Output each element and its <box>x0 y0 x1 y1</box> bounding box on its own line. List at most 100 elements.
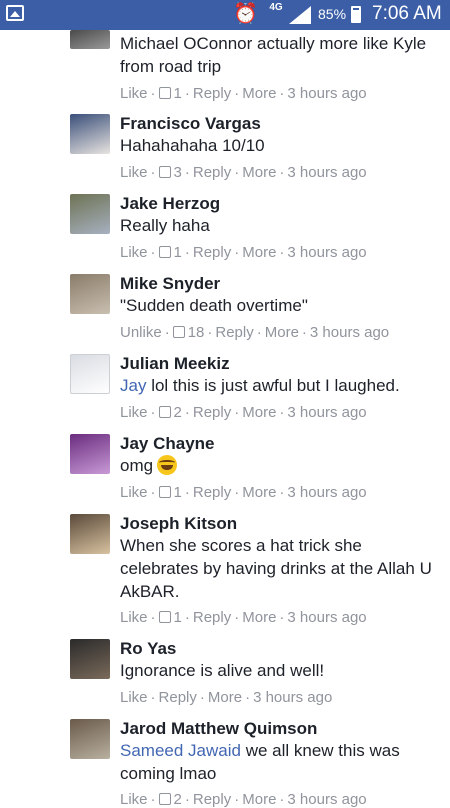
like-count[interactable]: 2 <box>174 404 182 421</box>
more-button[interactable]: More <box>242 164 276 181</box>
comment-item: Michael OConnor actually more like Kyle … <box>0 30 450 110</box>
clock: 7:06 AM <box>372 3 442 24</box>
thumbs-up-icon <box>158 793 171 805</box>
battery-icon <box>351 6 361 23</box>
comment-item: Jarod Matthew Quimson Sameed Jawaid we a… <box>0 719 450 808</box>
comment-text: "Sudden death overtime" <box>120 296 308 315</box>
like-button[interactable]: Like <box>120 689 148 706</box>
like-count[interactable]: 3 <box>174 164 182 181</box>
comment-time[interactable]: 3 hours ago <box>310 324 389 341</box>
reply-button[interactable]: Reply <box>215 324 253 341</box>
battery-percent: 85% <box>318 6 347 22</box>
like-button[interactable]: Like <box>120 85 148 102</box>
comment-author[interactable]: Jarod Matthew Quimson <box>120 719 317 739</box>
comment-text: When she scores a hat trick she celebrat… <box>120 536 432 601</box>
more-button[interactable]: More <box>242 85 276 102</box>
comment-author[interactable]: Julian Meekiz <box>120 354 230 374</box>
like-count[interactable]: 1 <box>174 484 182 501</box>
more-button[interactable]: More <box>265 324 299 341</box>
avatar[interactable] <box>70 639 110 679</box>
like-count[interactable]: 1 <box>174 85 182 102</box>
comment-time[interactable]: 3 hours ago <box>287 164 366 181</box>
comment-actions: Like · Reply · More · 3 hours ago <box>120 689 333 706</box>
like-button[interactable]: Like <box>120 164 148 181</box>
avatar[interactable] <box>70 719 110 759</box>
avatar[interactable] <box>70 274 110 314</box>
reply-button[interactable]: Reply <box>193 244 231 261</box>
comment-actions: Unlike · 18 · Reply · More · 3 hours ago <box>120 324 390 341</box>
status-bar: ⏰ 4G 85% 7:06 AM <box>0 0 450 30</box>
like-button[interactable]: Like <box>120 484 148 501</box>
comment-text: Ignorance is alive and well! <box>120 661 325 680</box>
comment-time[interactable]: 3 hours ago <box>287 484 366 501</box>
comment-author[interactable]: Ro Yas <box>120 639 176 659</box>
avatar[interactable] <box>70 434 110 474</box>
comment-text: omg <box>120 454 440 477</box>
comment-actions: Like · 2 · Reply · More · 3 hours ago <box>120 404 367 421</box>
mention-link[interactable]: Jay <box>120 376 146 395</box>
reply-button[interactable]: Reply <box>193 164 231 181</box>
more-button[interactable]: More <box>242 609 276 626</box>
avatar[interactable] <box>70 114 110 154</box>
thumbs-up-icon <box>158 87 171 99</box>
unlike-button[interactable]: Unlike <box>120 324 162 341</box>
like-count[interactable]: 1 <box>174 244 182 261</box>
comment-item: Jake Herzog Really haha Like · 1 · Reply · Mor… <box>0 194 450 274</box>
more-button[interactable]: More <box>242 484 276 501</box>
alarm-icon: ⏰ <box>233 3 258 25</box>
more-button[interactable]: More <box>242 404 276 421</box>
thumbs-up-icon <box>158 611 171 623</box>
gallery-notification-icon <box>6 5 24 21</box>
like-button[interactable]: Like <box>120 609 148 626</box>
comment-author[interactable]: Mike Snyder <box>120 274 220 294</box>
comment-text: Michael OConnor actually more like Kyle … <box>120 34 427 76</box>
thumbs-up-icon <box>158 486 171 498</box>
comment-item: Joseph Kitson When she scores a hat tric… <box>0 514 450 639</box>
comment-author[interactable]: Joseph Kitson <box>120 514 237 534</box>
comment-text: Hahahahaha 10/10 <box>120 136 265 155</box>
more-button[interactable]: More <box>208 689 242 706</box>
avatar[interactable] <box>70 514 110 554</box>
comment-item: Julian Meekiz Jay lol this is just awful… <box>0 354 450 434</box>
thumbs-up-icon <box>158 166 171 178</box>
laughing-tears-emoji-icon <box>157 455 178 475</box>
reply-button[interactable]: Reply <box>193 484 231 501</box>
comment-actions: Like · 3 · Reply · More · 3 hours ago <box>120 164 367 181</box>
comment-item: Francisco Vargas Hahahahaha 10/10 Like · 3… <box>0 114 450 194</box>
avatar[interactable] <box>70 194 110 234</box>
comment-time[interactable]: 3 hours ago <box>287 244 366 261</box>
avatar[interactable] <box>70 354 110 394</box>
comment-time[interactable]: 3 hours ago <box>253 689 332 706</box>
more-button[interactable]: More <box>242 244 276 261</box>
avatar[interactable] <box>70 30 110 49</box>
comment-time[interactable]: 3 hours ago <box>287 404 366 421</box>
thumbs-up-icon <box>158 246 171 258</box>
comment-text: Jay lol this is just awful but I laughed… <box>120 376 400 395</box>
reply-button[interactable]: Reply <box>159 689 197 706</box>
comment-author[interactable]: Jake Herzog <box>120 194 220 214</box>
comment-item: Jay Chayne omg Like · 1 · Reply · More · 3 hours… <box>0 434 450 514</box>
signal-icon <box>289 6 311 24</box>
reply-button[interactable]: Reply <box>193 404 231 421</box>
comment-actions: Like · 1 · Reply · More · 3 hours ago <box>120 85 367 102</box>
like-count[interactable]: 1 <box>174 609 182 626</box>
comment-time[interactable]: 3 hours ago <box>287 609 366 626</box>
comment-author[interactable]: Jay Chayne <box>120 434 215 454</box>
thumbs-up-icon <box>158 406 171 418</box>
thumbs-up-icon <box>172 326 185 338</box>
comment-actions: Like · 1 · Reply · More · 3 hours ago <box>120 609 367 626</box>
comment-item: Ro Yas Ignorance is alive and well! Like… <box>0 639 450 719</box>
like-button[interactable]: Like <box>120 244 148 261</box>
network-type: 4G <box>269 2 283 13</box>
like-count[interactable]: 18 <box>188 324 205 341</box>
comment-actions: Like · 1 · Reply · More · 3 hours ago <box>120 244 367 261</box>
comment-text: Sameed Jawaid we all knew this was comin… <box>120 741 400 783</box>
like-button[interactable]: Like <box>120 404 148 421</box>
reply-button[interactable]: Reply <box>193 609 231 626</box>
comment-actions: Like · 1 · Reply · More · 3 hours ago <box>120 484 367 501</box>
mention-link[interactable]: Sameed Jawaid <box>120 741 241 760</box>
comment-item: Mike Snyder "Sudden death overtime" Unli… <box>0 274 450 354</box>
comment-author[interactable]: Francisco Vargas <box>120 114 261 134</box>
reply-button[interactable]: Reply <box>193 85 231 102</box>
comment-time[interactable]: 3 hours ago <box>287 85 366 102</box>
